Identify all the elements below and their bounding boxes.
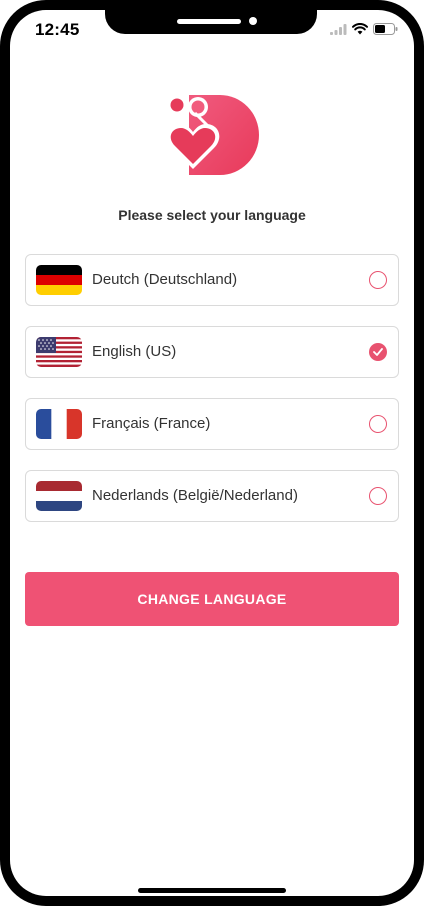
wifi-icon bbox=[352, 22, 368, 40]
radio-button[interactable] bbox=[369, 271, 387, 289]
checkmark-icon bbox=[373, 348, 383, 356]
usa-flag-icon bbox=[36, 337, 82, 367]
home-indicator[interactable] bbox=[138, 888, 286, 893]
phone-frame: 12:45 Please select your language Deutch… bbox=[0, 0, 424, 906]
radio-button-checked[interactable] bbox=[369, 343, 387, 361]
page-title: Please select your language bbox=[118, 207, 306, 223]
language-option-english[interactable]: English (US) bbox=[25, 326, 399, 378]
radio-button[interactable] bbox=[369, 487, 387, 505]
app-logo bbox=[165, 91, 259, 177]
language-label: Français (France) bbox=[92, 415, 211, 432]
change-language-button[interactable]: CHANGE LANGUAGE bbox=[25, 572, 399, 626]
language-label: Nederlands (België/Nederland) bbox=[92, 487, 298, 504]
germany-flag-icon bbox=[36, 265, 82, 295]
signal-icon bbox=[330, 22, 347, 40]
language-option-francais[interactable]: Français (France) bbox=[25, 398, 399, 450]
screen: 12:45 Please select your language Deutch… bbox=[10, 10, 414, 896]
notch bbox=[105, 10, 317, 34]
language-option-deutch[interactable]: Deutch (Deutschland) bbox=[25, 254, 399, 306]
status-icons bbox=[330, 22, 398, 40]
speaker bbox=[177, 19, 241, 24]
status-time: 12:45 bbox=[35, 20, 80, 39]
language-list: Deutch (Deutschland) English (US) França… bbox=[25, 254, 399, 542]
battery-icon bbox=[373, 22, 398, 40]
france-flag-icon bbox=[36, 409, 82, 439]
camera bbox=[249, 17, 257, 25]
radio-button[interactable] bbox=[369, 415, 387, 433]
language-label: Deutch (Deutschland) bbox=[92, 271, 238, 288]
language-label: English (US) bbox=[92, 343, 177, 360]
language-option-nederlands[interactable]: Nederlands (België/Nederland) bbox=[25, 470, 399, 522]
netherlands-flag-icon bbox=[36, 481, 82, 511]
